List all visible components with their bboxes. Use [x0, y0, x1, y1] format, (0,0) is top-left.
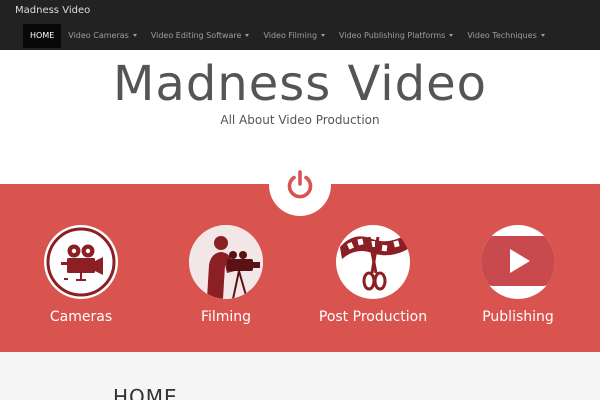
- menu-item-video-cameras[interactable]: Video Cameras: [61, 24, 144, 48]
- caret-down-icon: [132, 34, 137, 37]
- feature-circle: [336, 225, 410, 299]
- film-camera-icon: [46, 227, 116, 297]
- site-tagline: All About Video Production: [220, 113, 380, 127]
- menu-item-home[interactable]: HOME: [23, 24, 62, 48]
- menu-item-video-techniques[interactable]: Video Techniques: [460, 24, 551, 48]
- power-icon: [287, 170, 313, 199]
- caret-down-icon: [321, 34, 326, 37]
- menu-item-label: Video Filming: [263, 31, 318, 40]
- menu-item-label: HOME: [30, 31, 55, 40]
- caret-down-icon: [449, 34, 454, 37]
- feature-circle: [44, 225, 118, 299]
- cameraman-icon: [189, 225, 263, 299]
- main-menu: HOME Video Cameras Video Editing Softwar…: [23, 24, 552, 48]
- feature-label: Publishing: [482, 309, 554, 325]
- site-title[interactable]: Madness Video: [0, 56, 600, 112]
- menu-item-video-editing-software[interactable]: Video Editing Software: [144, 24, 257, 48]
- top-navbar: Madness Video HOME Video Cameras Video E…: [0, 0, 600, 50]
- film-strip-scissors-icon: [340, 235, 408, 291]
- menu-item-video-publishing-platforms[interactable]: Video Publishing Platforms: [332, 24, 460, 48]
- caret-down-icon: [245, 34, 250, 37]
- menu-item-label: Video Techniques: [467, 31, 537, 40]
- feature-circle: [481, 225, 555, 299]
- feature-label: Filming: [200, 309, 252, 325]
- feature-label: Cameras: [49, 309, 113, 325]
- content-section: [0, 352, 600, 400]
- youtube-play-icon: [481, 236, 555, 286]
- page-heading: HOME: [113, 385, 178, 400]
- menu-item-label: Video Publishing Platforms: [339, 31, 446, 40]
- feature-circle: [189, 225, 263, 299]
- menu-item-label: Video Editing Software: [150, 31, 242, 40]
- brand-link[interactable]: Madness Video: [15, 5, 90, 16]
- caret-down-icon: [540, 34, 545, 37]
- menu-item-label: Video Cameras: [68, 31, 129, 40]
- menu-item-video-filming[interactable]: Video Filming: [256, 24, 332, 48]
- feature-label: Post Production: [318, 309, 428, 325]
